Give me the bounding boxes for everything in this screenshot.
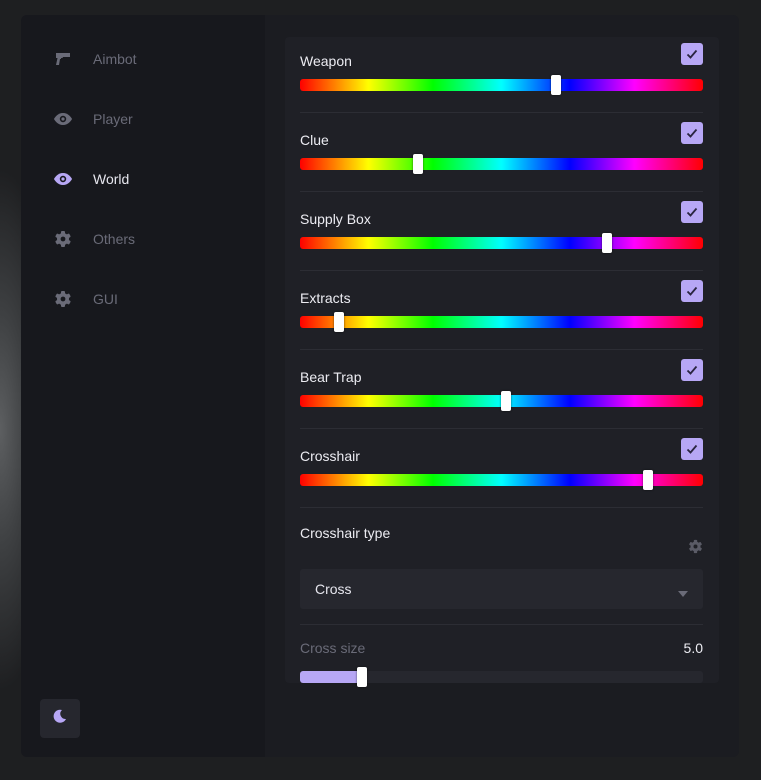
gear-icon [53,229,73,249]
check-icon [686,444,698,454]
crosshair-type-value: Cross [315,581,352,597]
clue-checkbox[interactable] [681,122,703,144]
crosshair-color-slider[interactable] [300,470,703,490]
setting-label: Extracts [300,290,351,306]
sidebar-item-aimbot[interactable]: Aimbot [53,44,137,74]
bear-trap-checkbox[interactable] [681,359,703,381]
bear-trap-color-slider[interactable] [300,391,703,411]
setting-label: Bear Trap [300,369,362,385]
sidebar-item-label: World [93,171,130,187]
setting-label: Crosshair [300,448,360,464]
weapon-checkbox[interactable] [681,43,703,65]
eye-icon [53,169,73,189]
gear-icon [53,289,73,309]
divider [300,624,703,625]
slider-fill [300,671,363,683]
slider-thumb[interactable] [334,312,345,332]
sidebar-item-world[interactable]: World [53,164,129,194]
slider-thumb[interactable] [602,233,613,253]
sidebar-item-player[interactable]: Player [53,104,133,134]
caret-down-icon [678,585,688,603]
setting-label: Supply Box [300,211,371,227]
clue-color-slider[interactable] [300,154,703,174]
sidebar-item-others[interactable]: Others [53,224,135,254]
check-icon [686,365,698,375]
gear-icon[interactable] [688,539,703,559]
check-icon [686,207,698,217]
sidebar: Aimbot Player World Others GUI [21,15,265,757]
cross-size-slider[interactable] [300,667,703,687]
theme-toggle-button[interactable] [40,699,80,738]
check-icon [686,49,698,59]
sidebar-item-label: Player [93,111,133,127]
divider [300,507,703,508]
supply-box-checkbox[interactable] [681,201,703,223]
cross-size-value: 5.0 [683,640,703,656]
divider [300,191,703,192]
slider-thumb[interactable] [550,75,561,95]
crosshair-type-label: Crosshair type [300,525,391,541]
eye-icon [53,109,73,129]
divider [300,112,703,113]
slider-thumb[interactable] [357,667,368,687]
sidebar-item-label: Others [93,231,136,247]
divider [300,428,703,429]
divider [300,270,703,271]
check-icon [686,286,698,296]
extracts-checkbox[interactable] [681,280,703,302]
moon-icon [52,708,68,729]
check-icon [686,128,698,138]
pistol-icon [53,49,73,69]
setting-label: Weapon [300,53,352,69]
crosshair-checkbox[interactable] [681,438,703,460]
cross-size-label: Cross size [300,640,366,656]
sidebar-item-label: Aimbot [93,51,137,67]
sidebar-item-label: GUI [93,291,118,307]
extracts-color-slider[interactable] [300,312,703,332]
settings-panel: Weapon Clue Supply Box Extracts Bear Tra… [285,37,719,687]
sidebar-item-gui[interactable]: GUI [53,284,118,314]
slider-thumb[interactable] [413,154,424,174]
setting-label: Clue [300,132,329,148]
slider-thumb[interactable] [500,391,511,411]
crosshair-type-select[interactable]: Cross [300,569,703,609]
weapon-color-slider[interactable] [300,75,703,95]
slider-thumb[interactable] [643,470,654,490]
divider [300,349,703,350]
supply-box-color-slider[interactable] [300,233,703,253]
main-window: Aimbot Player World Others GUI Weapon Cl… [21,15,739,757]
